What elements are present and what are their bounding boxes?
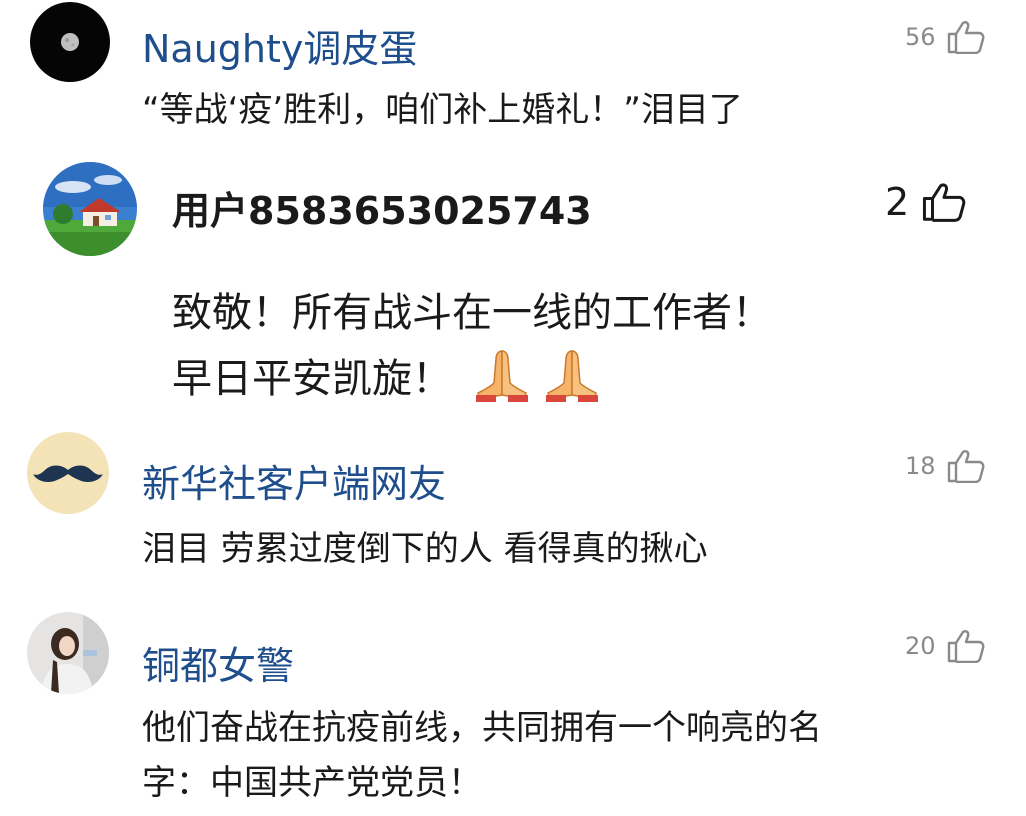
comment-text-line-1: 他们奋战在抗疫前线，共同拥有一个响亮的名 xyxy=(142,708,822,748)
house-landscape-icon xyxy=(43,162,137,256)
thumbs-up-icon xyxy=(947,450,984,483)
like-button[interactable]: 20 xyxy=(905,629,986,663)
like-count: 56 xyxy=(905,23,936,51)
comment-text-line-1: 致敬！所有战斗在一线的工作者！ xyxy=(172,290,772,336)
avatar[interactable] xyxy=(27,612,109,694)
thumbs-up-icon xyxy=(923,183,966,222)
thumbs-up-icon xyxy=(947,21,984,54)
comment-text: 泪目 劳累过度倒下的人 看得真的揪心 xyxy=(142,529,708,569)
comment-item: 新华社客户端网友 18 泪目 劳累过度倒下的人 看得真的揪心 xyxy=(0,425,1026,600)
thumbs-up-icon xyxy=(947,630,984,663)
comment-text-line-2-text: 早日平安凯旋！ xyxy=(172,356,452,402)
comment-item: Naughty调皮蛋 56 “等战‘疫’胜利，咱们补上婚礼！”泪目了 xyxy=(0,0,1026,140)
username[interactable]: 新华社客户端网友 xyxy=(142,453,446,508)
folded-hands-emoji-icon xyxy=(476,350,528,402)
username[interactable]: 铜都女警 xyxy=(142,635,294,690)
comment-item: 铜都女警 20 他们奋战在抗疫前线，共同拥有一个响亮的名 字：中国共产党党员！ xyxy=(0,605,1026,816)
like-count: 20 xyxy=(905,632,936,660)
woman-photo-icon xyxy=(27,612,109,694)
avatar[interactable] xyxy=(30,2,110,82)
like-button[interactable]: 56 xyxy=(905,20,986,54)
avatar[interactable] xyxy=(27,432,109,514)
username[interactable]: 用户8583653025743 xyxy=(172,180,592,235)
like-count: 2 xyxy=(885,180,910,224)
comment-text-line-2: 早日平安凯旋！ xyxy=(172,346,602,404)
folded-hands-emoji-icon xyxy=(546,350,598,402)
like-count: 18 xyxy=(905,452,936,480)
like-button[interactable]: 18 xyxy=(905,449,986,483)
comment-item: 用户8583653025743 2 致敬！所有战斗在一线的工作者！ 早日平安凯旋… xyxy=(0,150,1026,420)
like-button[interactable]: 2 xyxy=(885,180,967,224)
mustache-icon xyxy=(27,432,109,514)
moon-night-icon xyxy=(30,2,110,82)
avatar[interactable] xyxy=(43,162,137,256)
comment-text: “等战‘疫’胜利，咱们补上婚礼！”泪目了 xyxy=(142,90,743,130)
comment-text-line-2: 字：中国共产党党员！ xyxy=(142,763,482,803)
username[interactable]: Naughty调皮蛋 xyxy=(142,18,417,73)
